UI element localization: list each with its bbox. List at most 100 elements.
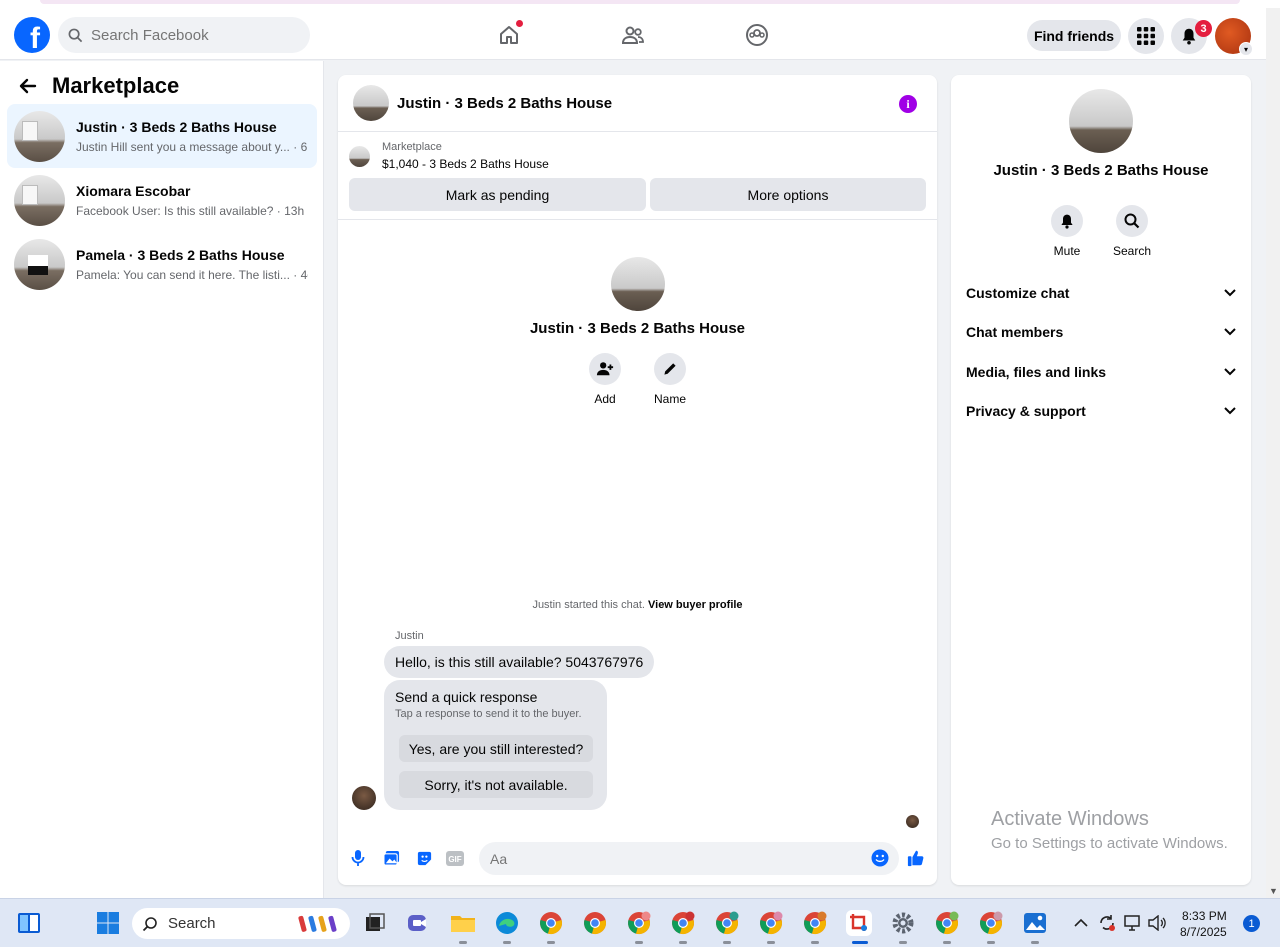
system-clock[interactable]: 8:33 PM 8/7/2025: [1180, 908, 1227, 940]
name-action[interactable]: Name: [640, 353, 700, 406]
groups-nav[interactable]: [742, 20, 772, 50]
like-icon[interactable]: [907, 849, 925, 867]
section-chat-members[interactable]: Chat members: [966, 324, 1236, 340]
conversation-item[interactable]: Xiomara Escobar Facebook User: Is this s…: [7, 168, 317, 232]
mark-pending-button[interactable]: Mark as pending: [349, 178, 646, 211]
back-arrow-icon[interactable]: [18, 76, 38, 96]
section-label: Media, files and links: [966, 364, 1107, 380]
section-label: Chat members: [966, 324, 1064, 340]
chrome-profile-icon[interactable]: [538, 910, 564, 936]
seen-avatar: [906, 815, 919, 828]
profile-title: Justin · 3 Beds 2 Baths House: [529, 320, 746, 337]
chrome-profile-icon[interactable]: [978, 910, 1004, 936]
chrome-profile-icon[interactable]: [758, 910, 784, 936]
mute-action[interactable]: Mute: [1037, 205, 1097, 258]
snipping-tool-icon[interactable]: [846, 910, 872, 936]
info-icon[interactable]: i: [899, 95, 917, 113]
account-avatar[interactable]: ▾: [1215, 18, 1253, 56]
chrome-profile-icon[interactable]: [934, 910, 960, 936]
network-icon[interactable]: [1122, 910, 1144, 936]
mute-label: Mute: [1053, 244, 1081, 258]
quick-response-title: Send a quick response: [395, 689, 538, 705]
chevron-down-icon: ▾: [1239, 42, 1253, 56]
sync-icon[interactable]: [1096, 910, 1118, 936]
chrome-icon[interactable]: [582, 910, 608, 936]
listing-price: $1,040 - 3 Beds 2 Baths House: [382, 157, 549, 171]
section-label: Customize chat: [966, 285, 1070, 301]
watermark-title: Activate Windows: [991, 808, 1149, 830]
message-bubble[interactable]: Hello, is this still available? 50437679…: [384, 646, 655, 678]
chevron-down-icon: [1224, 407, 1236, 415]
chat-profile: Justin · 3 Beds 2 Baths House: [338, 257, 937, 337]
edge-icon[interactable]: [494, 910, 520, 936]
widgets-icon[interactable]: [16, 910, 42, 936]
chrome-profile-icon[interactable]: [714, 910, 740, 936]
settings-gear-icon[interactable]: [890, 910, 916, 936]
add-action[interactable]: Add: [575, 353, 635, 406]
search-highlight-icon: [298, 915, 337, 932]
friends-nav[interactable]: [618, 20, 648, 50]
sidebar-title: Marketplace: [52, 73, 180, 98]
listing-summary[interactable]: Marketplace $1,040 - 3 Beds 2 Baths Hous…: [349, 141, 549, 171]
conversation-time: · 13h: [276, 203, 305, 218]
chrome-profile-icon[interactable]: [626, 910, 652, 936]
chevron-up-icon[interactable]: [1070, 910, 1092, 936]
quick-reply-button[interactable]: Yes, are you still interested?: [399, 735, 593, 762]
emoji-icon[interactable]: [871, 849, 889, 867]
sticker-icon[interactable]: [415, 849, 433, 867]
home-nav[interactable]: [494, 20, 524, 50]
file-explorer-icon[interactable]: [450, 910, 476, 936]
search-bar[interactable]: [58, 17, 310, 53]
groups-icon: [746, 24, 768, 46]
microphone-icon[interactable]: [349, 849, 367, 867]
conversation-item[interactable]: Justin · 3 Beds 2 Baths House Justin Hil…: [7, 104, 317, 168]
chevron-down-icon: [1224, 289, 1236, 297]
bell-icon: [1061, 214, 1073, 229]
sender-avatar[interactable]: [352, 786, 376, 810]
quick-reply-button[interactable]: Sorry, it's not available.: [399, 771, 593, 798]
gif-icon[interactable]: GIF: [446, 849, 464, 867]
volume-icon[interactable]: [1146, 910, 1168, 936]
add-person-icon: [596, 362, 614, 376]
task-view-icon[interactable]: [362, 910, 388, 936]
section-privacy-support[interactable]: Privacy & support: [966, 403, 1236, 419]
conversation-item[interactable]: Pamela · 3 Beds 2 Baths House Pamela: Yo…: [7, 232, 317, 296]
top-header: f Find friends 3 ▾: [0, 8, 1266, 60]
section-customize-chat[interactable]: Customize chat: [966, 285, 1236, 301]
chat-avatar[interactable]: [353, 85, 389, 121]
quick-response-subtitle: Tap a response to send it to the buyer.: [395, 708, 582, 720]
conversation-name: Xiomara Escobar: [76, 182, 191, 199]
view-buyer-profile-link[interactable]: View buyer profile: [648, 599, 743, 611]
svg-text:GIF: GIF: [448, 855, 461, 864]
chevron-down-icon: [1224, 328, 1236, 336]
scroll-down-icon[interactable]: ▼: [1269, 886, 1278, 896]
facebook-logo[interactable]: f: [14, 17, 50, 53]
windows-start-icon[interactable]: [95, 910, 121, 936]
chat-info-panel: Justin · 3 Beds 2 Baths House Mute Searc…: [951, 75, 1251, 885]
chat-title[interactable]: Justin · 3 Beds 2 Baths House: [397, 95, 612, 112]
clock-time: 8:33 PM: [1182, 909, 1227, 923]
photos-icon[interactable]: [1022, 910, 1048, 936]
chrome-profile-icon[interactable]: [670, 910, 696, 936]
chevron-down-icon: [1224, 368, 1236, 376]
notification-center-badge[interactable]: 1: [1243, 915, 1260, 932]
conversation-name: Justin · 3 Beds 2 Baths House: [76, 118, 277, 135]
search-action[interactable]: Search: [1102, 205, 1162, 258]
browser-top-strip: [0, 0, 1280, 8]
more-options-button[interactable]: More options: [650, 178, 926, 211]
chrome-profile-icon[interactable]: [802, 910, 828, 936]
message-input[interactable]: [479, 842, 899, 875]
search-input[interactable]: [91, 26, 291, 44]
taskbar-search[interactable]: Search: [132, 908, 350, 939]
photo-icon[interactable]: [382, 849, 400, 867]
section-media-files-links[interactable]: Media, files and links: [966, 364, 1236, 380]
listing-label: Marketplace: [382, 141, 442, 153]
menu-button[interactable]: [1128, 18, 1164, 54]
find-friends-button[interactable]: Find friends: [1027, 20, 1121, 51]
page-scrollbar[interactable]: ▼: [1266, 8, 1280, 898]
section-label: Privacy & support: [966, 403, 1086, 419]
conversation-name: Pamela · 3 Beds 2 Baths House: [76, 246, 285, 263]
message-composer: GIF: [338, 842, 937, 875]
friends-icon: [621, 26, 644, 44]
teams-icon[interactable]: [406, 910, 432, 936]
